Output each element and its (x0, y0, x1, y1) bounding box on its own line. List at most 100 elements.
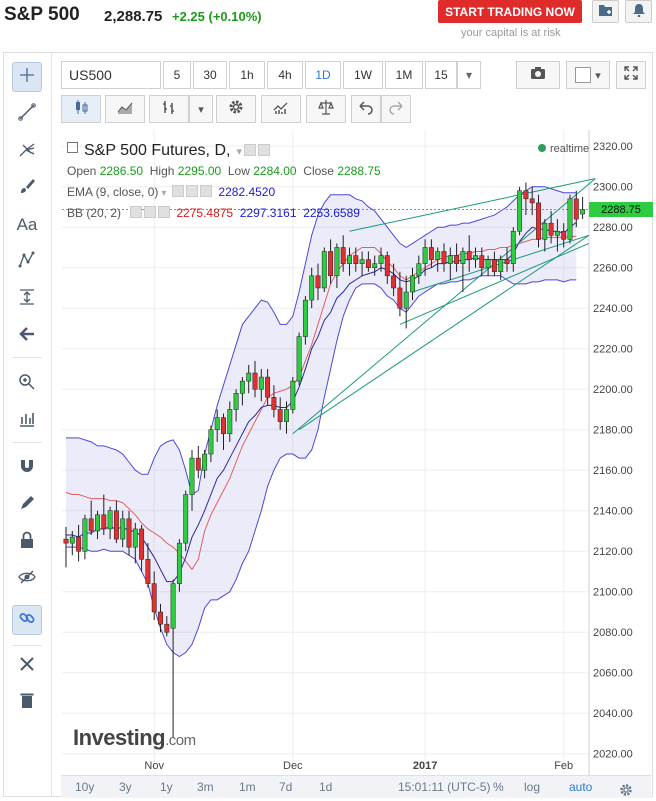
auto-toggle[interactable]: auto (569, 780, 592, 794)
candle-body (88, 518, 94, 532)
y-tick-label: 2320.00 (593, 141, 633, 153)
candle-body (284, 409, 289, 422)
candle-body (170, 583, 176, 629)
candle-body (76, 536, 82, 552)
candle-body (95, 514, 100, 532)
candle-body (69, 536, 75, 544)
candle-body (321, 251, 327, 289)
gear-icon (618, 782, 634, 801)
ema-legend: EMA (9, close, 0) ▾ 2282.4520 (67, 185, 275, 199)
candle-body (183, 494, 189, 544)
candle-body (403, 291, 409, 309)
candle-body (498, 259, 504, 273)
y-tick-label: 2080.00 (593, 627, 633, 639)
candle-body (365, 259, 371, 268)
close-icon[interactable] (157, 206, 170, 218)
candle-body (573, 198, 579, 220)
chevron-down-icon[interactable]: ▾ (161, 188, 166, 199)
y-tick-label: 2260.00 (593, 263, 633, 275)
candle-body (510, 231, 516, 264)
candle-body (189, 457, 195, 495)
candle-body (246, 372, 252, 382)
open-label: Open (67, 164, 97, 178)
candle-body (126, 518, 132, 548)
candle-body (548, 222, 554, 236)
open-value: 2286.50 (99, 164, 144, 178)
candle-body (328, 251, 334, 277)
range-1y[interactable]: 1y (160, 780, 173, 794)
high-value: 2295.00 (177, 164, 222, 178)
range-3y[interactable]: 3y (119, 780, 132, 794)
candle-body (309, 275, 315, 301)
candle-body (277, 409, 283, 422)
candle-body (195, 457, 201, 471)
bb-middle-value: 2275.4875 (176, 206, 234, 220)
range-bar: 10y 3y 1y 3m 1m 7d 1d 15:01:11 (UTC-5) %… (61, 775, 651, 798)
y-tick-label: 2200.00 (593, 384, 633, 396)
chevron-down-icon[interactable]: ▾ (236, 146, 242, 158)
range-10y[interactable]: 10y (75, 780, 94, 794)
candle-body (271, 397, 277, 410)
candle (183, 490, 189, 552)
candle-body (517, 190, 523, 232)
realtime-indicator: realtime (538, 143, 589, 155)
gear-icon[interactable] (257, 144, 270, 156)
range-7d[interactable]: 7d (279, 780, 292, 794)
candle-body (504, 259, 510, 264)
close-icon[interactable] (199, 185, 212, 197)
candle-body (233, 393, 239, 410)
candle-body (561, 231, 567, 240)
candle-body (529, 198, 535, 204)
y-tick-label: 2300.00 (593, 182, 633, 194)
candle-body (334, 247, 340, 277)
candle-body (151, 583, 157, 613)
gear-icon[interactable] (143, 206, 156, 218)
eye-icon[interactable] (129, 206, 142, 218)
candle-body (428, 247, 434, 260)
candle-body (353, 255, 359, 264)
ohlc-row: Open 2286.50 High 2295.00 Low 2284.00 Cl… (67, 164, 381, 178)
candle-body (554, 231, 560, 236)
candle-body (422, 247, 428, 264)
candle-body (158, 611, 163, 625)
x-tick-label: Dec (283, 760, 303, 772)
percent-toggle[interactable]: % (493, 780, 504, 794)
candle-body (340, 247, 346, 264)
candle-body (296, 336, 302, 382)
collapse-icon[interactable] (67, 142, 78, 153)
eye-icon[interactable] (171, 185, 184, 197)
y-tick-label: 2100.00 (593, 587, 633, 599)
candle-body (176, 542, 182, 584)
candle-body (447, 255, 453, 264)
close-value: 2288.75 (337, 164, 381, 178)
bb-legend: BB (20, 2) 2275.4875 2297.3161 2253.6589 (67, 206, 360, 220)
candle (517, 186, 523, 236)
low-value: 2284.00 (253, 164, 297, 178)
candle-body (391, 275, 397, 289)
y-tick-label: 2140.00 (593, 506, 633, 518)
gear-icon[interactable] (185, 185, 198, 197)
y-tick-label: 2020.00 (593, 749, 633, 761)
candle-body (302, 299, 308, 337)
range-3m[interactable]: 3m (197, 780, 214, 794)
candle-body (580, 209, 586, 215)
y-tick-label: 2220.00 (593, 344, 633, 356)
eye-icon[interactable] (243, 144, 256, 156)
investing-logo: Investing.com (73, 725, 196, 751)
range-1d[interactable]: 1d (319, 780, 332, 794)
candle-body (567, 198, 573, 240)
candle-body (107, 510, 113, 530)
candle-body (454, 255, 460, 264)
candle-body (202, 453, 208, 471)
candle-body (258, 376, 264, 390)
candle-body (113, 510, 119, 540)
candle-body (265, 376, 271, 398)
logo-suffix: .com (165, 732, 196, 749)
range-1m[interactable]: 1m (239, 780, 256, 794)
price-chart[interactable]: 2020.00 2040.00 2060.00 2080.00 2100.00 2120.… (0, 0, 656, 799)
candle-body (466, 251, 472, 260)
candle-body (441, 251, 447, 264)
log-toggle[interactable]: log (524, 780, 540, 794)
candle-body (347, 255, 352, 264)
x-tick-label: 2017 (413, 760, 437, 772)
